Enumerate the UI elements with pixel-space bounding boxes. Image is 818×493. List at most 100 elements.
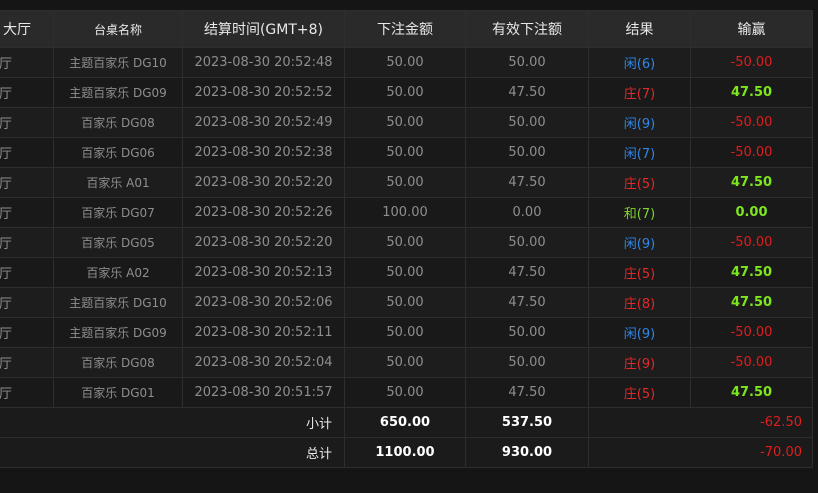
bet-amount-cell: 50.00 (344, 137, 466, 168)
table-name-cell: 百家乐 DG07 (53, 197, 183, 228)
settle-time-cell: 2023-08-30 20:52:52 (182, 77, 345, 108)
hall-cell: 厅 (0, 347, 54, 378)
table-row: 厅百家乐 DG07 2023-08-30 20:52:26 100.00 0.00 和(… (0, 197, 813, 228)
header-result: 结果 (588, 10, 691, 48)
total-win: -70.00 (588, 437, 813, 468)
result-cell: 和(7) (588, 197, 691, 228)
valid-bet-cell: 50.00 (465, 47, 589, 78)
valid-bet-cell: 47.50 (465, 77, 589, 108)
settle-time-cell: 2023-08-30 20:52:11 (182, 317, 345, 348)
win-loss-cell: 0.00 (690, 197, 813, 228)
table-row: 厅主题百家乐 DG10 2023-08-30 20:52:48 50.00 50.00… (0, 47, 813, 78)
table-name-cell: 主题百家乐 DG10 (53, 47, 183, 78)
settle-time-cell: 2023-08-30 20:52:26 (182, 197, 345, 228)
bet-amount-cell: 50.00 (344, 107, 466, 138)
settle-time-cell: 2023-08-30 20:51:57 (182, 377, 345, 408)
header-bet-amount: 下注金额 (344, 10, 466, 48)
bet-amount-cell: 50.00 (344, 317, 466, 348)
subtotal-win: -62.50 (588, 407, 813, 438)
settle-time-cell: 2023-08-30 20:52:13 (182, 257, 345, 288)
settle-time-cell: 2023-08-30 20:52:04 (182, 347, 345, 378)
win-loss-cell: -50.00 (690, 227, 813, 258)
result-cell: 庄(5) (588, 377, 691, 408)
header-win-loss: 输赢 (690, 10, 813, 48)
hall-cell: 厅 (0, 137, 54, 168)
win-loss-cell: 47.50 (690, 287, 813, 318)
result-cell: 庄(8) (588, 287, 691, 318)
valid-bet-cell: 50.00 (465, 227, 589, 258)
table-name-cell: 百家乐 A02 (53, 257, 183, 288)
valid-bet-cell: 50.00 (465, 107, 589, 138)
result-cell: 庄(7) (588, 77, 691, 108)
bet-amount-cell: 50.00 (344, 287, 466, 318)
result-cell: 闲(9) (588, 227, 691, 258)
win-loss-cell: -50.00 (690, 317, 813, 348)
settle-time-cell: 2023-08-30 20:52:06 (182, 287, 345, 318)
table-header-row: 大厅 台桌名称 结算时间(GMT+8) 下注金额 有效下注额 结果 输赢 (0, 10, 813, 48)
valid-bet-cell: 50.00 (465, 137, 589, 168)
valid-bet-cell: 50.00 (465, 317, 589, 348)
result-cell: 闲(9) (588, 317, 691, 348)
table-row: 厅主题百家乐 DG09 2023-08-30 20:52:52 50.00 47.50… (0, 77, 813, 108)
table-name-cell: 百家乐 DG06 (53, 137, 183, 168)
table-row: 厅百家乐 DG05 2023-08-30 20:52:20 50.00 50.00 闲(… (0, 227, 813, 258)
bet-amount-cell: 50.00 (344, 77, 466, 108)
table-row: 厅百家乐 DG08 2023-08-30 20:52:49 50.00 50.00 闲(… (0, 107, 813, 138)
win-loss-cell: -50.00 (690, 107, 813, 138)
total-bet: 1100.00 (344, 437, 466, 468)
result-cell: 闲(7) (588, 137, 691, 168)
bet-records-table: 大厅 台桌名称 结算时间(GMT+8) 下注金额 有效下注额 结果 输赢 厅主题… (0, 10, 813, 468)
bet-amount-cell: 50.00 (344, 377, 466, 408)
subtotal-bet: 650.00 (344, 407, 466, 438)
hall-cell: 厅 (0, 197, 54, 228)
total-valid: 930.00 (465, 437, 589, 468)
table-row: 厅百家乐 DG01 2023-08-30 20:51:57 50.00 47.50 庄(… (0, 377, 813, 408)
settle-time-cell: 2023-08-30 20:52:38 (182, 137, 345, 168)
win-loss-cell: -50.00 (690, 137, 813, 168)
subtotal-label: 小计 (0, 407, 345, 438)
win-loss-cell: 47.50 (690, 377, 813, 408)
hall-cell: 厅 (0, 47, 54, 78)
bet-amount-cell: 50.00 (344, 167, 466, 198)
result-cell: 庄(5) (588, 167, 691, 198)
table-name-cell: 主题百家乐 DG10 (53, 287, 183, 318)
table-name-cell: 百家乐 A01 (53, 167, 183, 198)
result-cell: 庄(9) (588, 347, 691, 378)
header-valid-bet: 有效下注额 (465, 10, 589, 48)
result-cell: 闲(6) (588, 47, 691, 78)
settle-time-cell: 2023-08-30 20:52:48 (182, 47, 345, 78)
hall-cell: 厅 (0, 287, 54, 318)
table-name-cell: 百家乐 DG01 (53, 377, 183, 408)
table-name-cell: 主题百家乐 DG09 (53, 77, 183, 108)
settle-time-cell: 2023-08-30 20:52:20 (182, 167, 345, 198)
valid-bet-cell: 50.00 (465, 347, 589, 378)
result-cell: 闲(9) (588, 107, 691, 138)
subtotal-row: 小计 650.00 537.50 -62.50 (0, 407, 813, 438)
win-loss-cell: -50.00 (690, 47, 813, 78)
settle-time-cell: 2023-08-30 20:52:49 (182, 107, 345, 138)
hall-cell: 厅 (0, 257, 54, 288)
win-loss-cell: -50.00 (690, 347, 813, 378)
hall-cell: 厅 (0, 167, 54, 198)
win-loss-cell: 47.50 (690, 257, 813, 288)
table-name-cell: 百家乐 DG08 (53, 107, 183, 138)
valid-bet-cell: 0.00 (465, 197, 589, 228)
hall-cell: 厅 (0, 107, 54, 138)
header-table-name: 台桌名称 (53, 10, 183, 48)
total-label: 总计 (0, 437, 345, 468)
table-name-cell: 百家乐 DG05 (53, 227, 183, 258)
valid-bet-cell: 47.50 (465, 257, 589, 288)
table-row: 厅百家乐 DG08 2023-08-30 20:52:04 50.00 50.00 庄(… (0, 347, 813, 378)
table-row: 厅百家乐 A02 2023-08-30 20:52:13 50.00 47.50 庄(5… (0, 257, 813, 288)
valid-bet-cell: 47.50 (465, 167, 589, 198)
table-row: 厅主题百家乐 DG10 2023-08-30 20:52:06 50.00 47.50… (0, 287, 813, 318)
header-settle-time: 结算时间(GMT+8) (182, 10, 345, 48)
header-hall: 大厅 (0, 10, 54, 48)
bet-amount-cell: 50.00 (344, 257, 466, 288)
table-name-cell: 百家乐 DG08 (53, 347, 183, 378)
hall-cell: 厅 (0, 317, 54, 348)
subtotal-valid: 537.50 (465, 407, 589, 438)
bet-amount-cell: 50.00 (344, 347, 466, 378)
hall-cell: 厅 (0, 377, 54, 408)
settle-time-cell: 2023-08-30 20:52:20 (182, 227, 345, 258)
